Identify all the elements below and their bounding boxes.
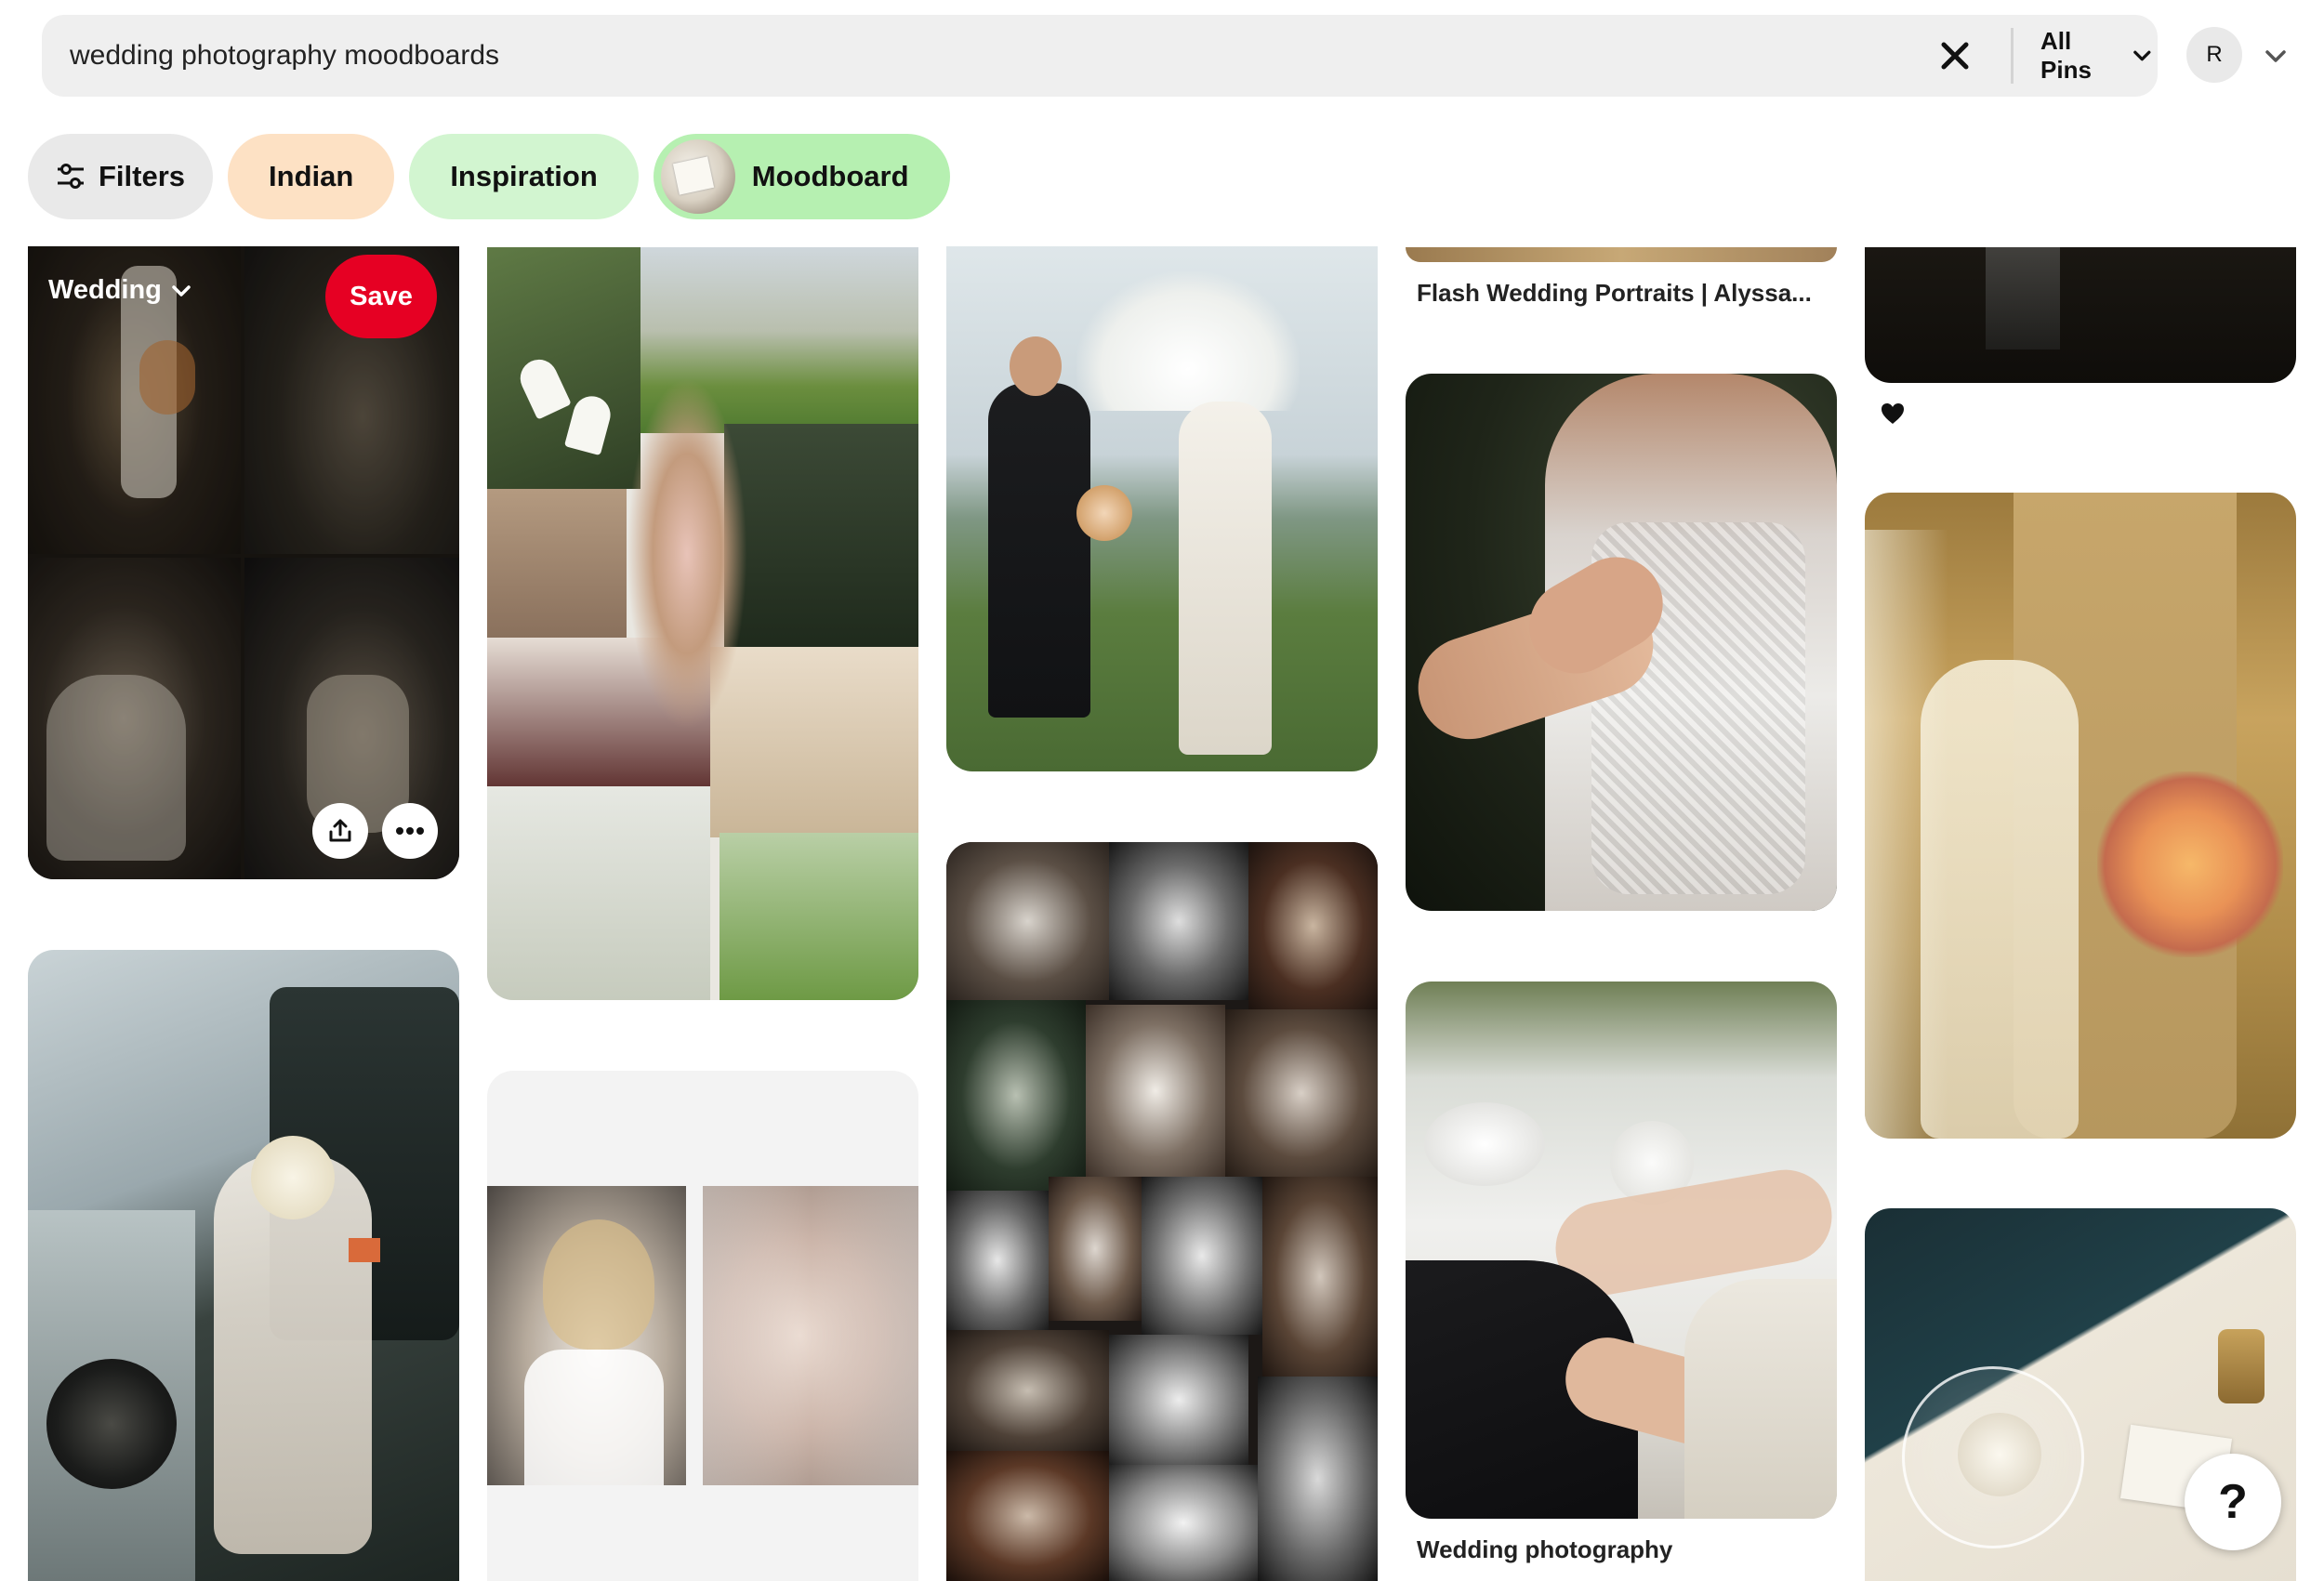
filters-icon [58, 164, 84, 189]
pin-title-flash-portraits[interactable]: Flash Wedding Portraits | Alyssa... [1417, 279, 1826, 308]
filters-chip-label: Filters [99, 160, 186, 192]
close-icon [1941, 42, 1969, 70]
pin-title-wedding-photography[interactable]: Wedding photography [1417, 1535, 1826, 1564]
pin-image-engagement-ring-dress[interactable] [1406, 374, 1837, 911]
search-divider [2011, 28, 2014, 84]
more-icon [396, 827, 424, 835]
pin-image-black-white-collage[interactable] [946, 842, 1378, 1581]
pin-image-bride-limousine[interactable] [28, 950, 459, 1581]
share-button[interactable] [312, 803, 368, 859]
chevron-down-icon [2265, 50, 2286, 62]
pin-image-bride-veil-pair[interactable] [487, 1071, 918, 1581]
board-select-dropdown[interactable]: Wedding [48, 275, 191, 306]
filter-chips: Filters Indian Inspiration Moodboard [28, 134, 950, 219]
chip-indian[interactable]: Indian [228, 134, 395, 219]
avatar-initial: R [2206, 42, 2223, 67]
save-button[interactable]: Save [325, 255, 437, 338]
chip-inspiration[interactable]: Inspiration [409, 134, 639, 219]
avatar[interactable]: R [2186, 27, 2242, 83]
board-select-label: Wedding [48, 275, 162, 305]
account-menu-button[interactable] [2259, 39, 2292, 72]
help-button[interactable]: ? [2185, 1454, 2281, 1550]
pin-image-couple-umbrella[interactable] [946, 244, 1378, 771]
help-label: ? [2218, 1475, 2248, 1529]
chip-moodboard[interactable]: Moodboard [653, 134, 950, 219]
chip-indian-label: Indian [269, 160, 354, 192]
filters-chip[interactable]: Filters [28, 134, 214, 219]
heart-reaction[interactable] [1880, 402, 1908, 429]
pin-scope-dropdown[interactable]: All Pins [2040, 27, 2152, 84]
chip-moodboard-label: Moodboard [751, 160, 909, 192]
clear-search-button[interactable] [1934, 35, 1975, 76]
pin-scope-label: All Pins [2040, 27, 2092, 84]
pin-image-flash-portrait-partial[interactable] [1406, 247, 1837, 262]
pin-image-moodboard-collage[interactable] [487, 247, 918, 1000]
header-bar: All Pins R Filters Indian Inspiration [0, 0, 2324, 246]
chevron-down-icon [172, 284, 191, 296]
chip-moodboard-thumbnail [660, 139, 735, 214]
pin-image-bride-bouquet-warm[interactable] [1865, 493, 2296, 1139]
chevron-down-icon [2133, 50, 2151, 61]
chip-inspiration-label: Inspiration [450, 160, 598, 192]
share-icon [329, 819, 351, 842]
pin-image-table-hands[interactable] [1406, 982, 1837, 1519]
pin-image-dark-partial[interactable] [1865, 247, 2296, 383]
heart-icon [1882, 403, 1904, 424]
search-bar[interactable]: All Pins [42, 15, 2158, 97]
search-input[interactable] [70, 28, 1882, 84]
more-options-button[interactable] [382, 803, 438, 859]
